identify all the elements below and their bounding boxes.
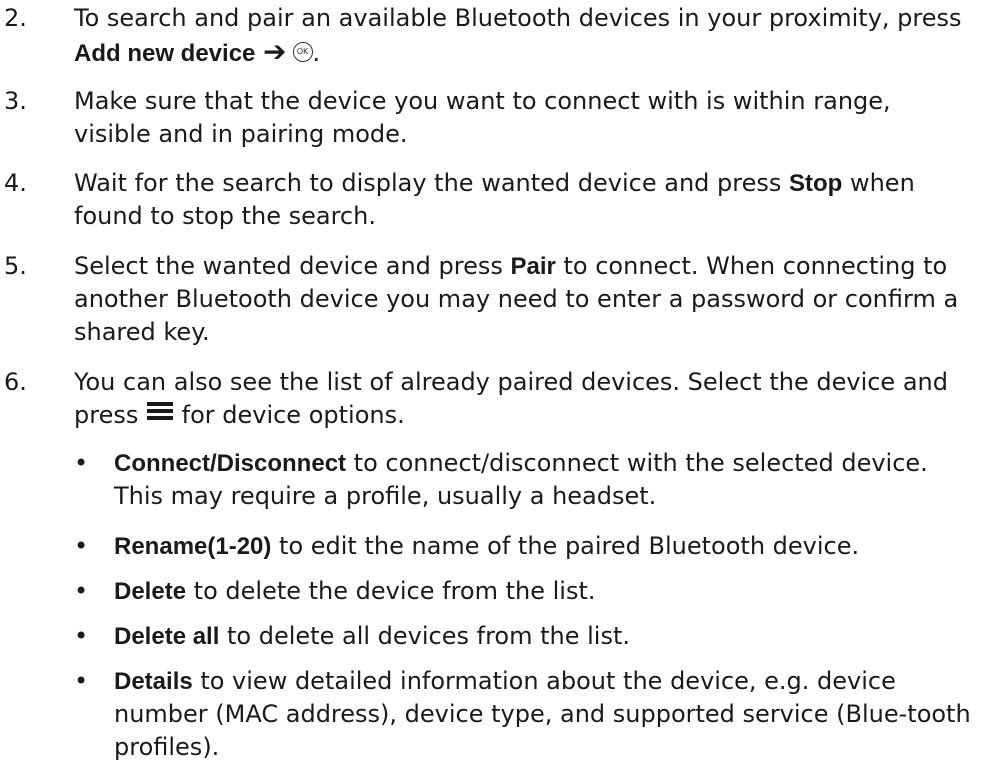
manual-page: 2. To search and pair an available Bluet… [0, 0, 993, 761]
option-description: to view detailed information about the d… [114, 667, 971, 761]
step-text: Select the wanted device and press Pair … [74, 250, 974, 349]
step-number: 3. [4, 87, 27, 115]
option-description: to delete the device from the list. [186, 577, 596, 605]
menu-icon [146, 397, 174, 430]
bullet-text: Rename(1-20) to edit the name of the pai… [114, 530, 984, 563]
step-text-pre: To search and pair an available Bluetoot… [74, 4, 962, 32]
step-text-pre: Select the wanted device and press [74, 252, 511, 280]
step-text: To search and pair an available Bluetoot… [74, 2, 974, 70]
add-new-device-label: Add new device [74, 40, 256, 67]
pair-label: Pair [510, 253, 556, 280]
bullet-marker: • [74, 577, 89, 605]
bullet-marker: • [74, 667, 89, 695]
step-number: 2. [4, 4, 27, 32]
step-number: 4. [4, 169, 27, 197]
option-label: Details [114, 668, 193, 695]
bullet-text: Connect/Disconnect to connect/disconnect… [114, 447, 984, 513]
step-number: 6. [4, 368, 27, 396]
option-description: to delete all devices from the list. [219, 622, 630, 650]
option-label: Delete all [114, 623, 220, 650]
bullet-marker: • [74, 532, 89, 560]
step-number: 5. [4, 252, 27, 280]
option-label: Rename [114, 533, 208, 560]
step-text-post: for device options. [173, 401, 405, 429]
step-text: Make sure that the device you want to co… [74, 87, 891, 148]
bullet-marker: • [74, 449, 89, 477]
arrow-icon: ➔ [263, 35, 287, 68]
bullet-text: Delete to delete the device from the lis… [114, 575, 984, 608]
step-text: Wait for the search to display the wante… [74, 167, 974, 233]
step-text: You can also see the list of already pai… [74, 366, 974, 432]
ok-button-icon: OK [292, 42, 313, 62]
option-length-limit: (1-20) [207, 533, 272, 560]
bullet-marker: • [74, 622, 89, 650]
option-label: Connect/Disconnect [114, 450, 347, 477]
stop-label: Stop [789, 170, 843, 197]
option-label: Delete [114, 578, 187, 605]
bullet-text: Details to view detailed information abo… [114, 665, 984, 764]
option-description: to edit the name of the paired Bluetooth… [271, 532, 860, 560]
bullet-text: Delete all to delete all devices from th… [114, 620, 984, 653]
step-text-pre: Wait for the search to display the wante… [74, 169, 789, 197]
step-text-post: . [312, 39, 321, 67]
